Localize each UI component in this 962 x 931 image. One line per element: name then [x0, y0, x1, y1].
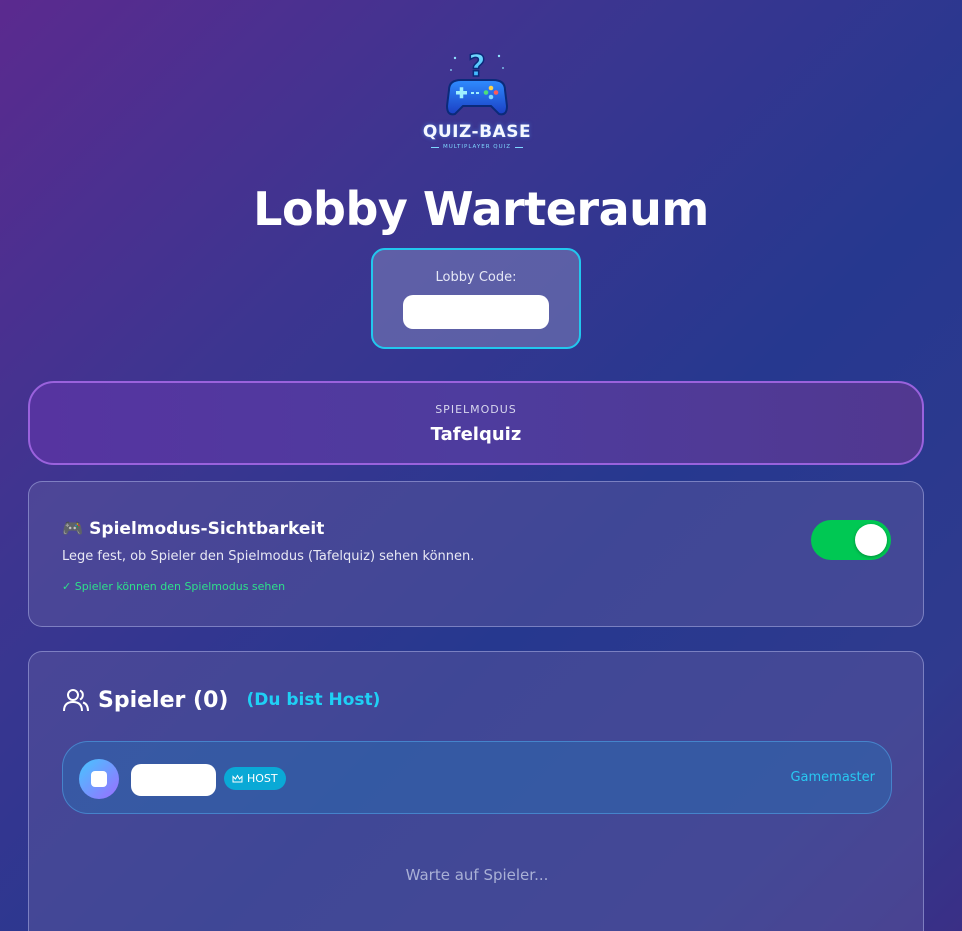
visibility-status: ✓ Spieler können den Spielmodus sehen — [62, 580, 286, 593]
avatar — [79, 759, 119, 799]
logo-line-right — [515, 146, 524, 148]
player-role: Gamemaster — [790, 770, 875, 785]
crown-icon — [232, 773, 243, 782]
visibility-title-row: 🎮 Spielmodus-Sichtbarkeit — [62, 519, 324, 539]
visibility-title: Spielmodus-Sichtbarkeit — [89, 519, 325, 539]
visibility-toggle[interactable] — [811, 520, 891, 560]
game-mode-card: SPIELMODUS Tafelquiz — [28, 381, 924, 465]
waiting-message: Warte auf Spieler... — [405, 866, 549, 884]
player-row[interactable]: HOST Gamemaster — [62, 741, 892, 814]
lobby-code-label: Lobby Code: — [435, 270, 517, 285]
players-title: Spieler (0) — [98, 687, 229, 713]
lobby-code-box: Lobby Code: — [371, 248, 581, 349]
host-badge: HOST — [224, 767, 286, 790]
game-mode-label: SPIELMODUS — [435, 403, 517, 416]
gamepad-icon: 🎮 — [62, 519, 84, 539]
host-note: (Du bist Host) — [246, 690, 381, 710]
game-mode-value: Tafelquiz — [430, 424, 522, 445]
toggle-knob[interactable] — [855, 524, 887, 556]
avatar-icon — [91, 771, 107, 787]
logo-line-left — [430, 146, 439, 148]
logo-subtitle: MULTIPLAYER QUIZ — [442, 144, 512, 150]
page-title: Lobby Warteraum — [253, 182, 709, 236]
visibility-description: Lege fest, ob Spieler den Spielmodus (Ta… — [62, 549, 475, 564]
lobby-code-value[interactable] — [403, 295, 549, 329]
users-icon — [63, 689, 89, 712]
gamepad-logo-icon: ? — [445, 48, 509, 116]
app-logo: ? QUIZ-BASE MULTIPLAYER QUIZ — [421, 48, 533, 156]
logo-title: QUIZ-BASE — [422, 122, 532, 142]
visibility-settings-card: 🎮 Spielmodus-Sichtbarkeit Lege fest, ob … — [28, 481, 924, 627]
players-header: Spieler (0) (Du bist Host) — [62, 686, 380, 714]
player-name — [131, 764, 216, 796]
players-card: Spieler (0) (Du bist Host) HOST Gamemast… — [28, 651, 924, 931]
svg-text:?: ? — [468, 49, 485, 84]
logo-subtitle-row: MULTIPLAYER QUIZ — [430, 144, 524, 150]
host-badge-label: HOST — [247, 772, 278, 785]
